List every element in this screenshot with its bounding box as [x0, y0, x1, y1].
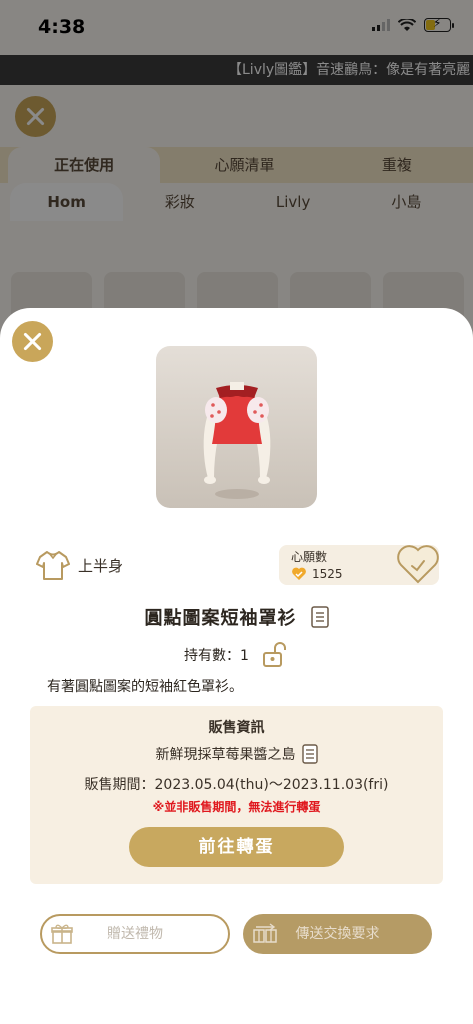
main-tabs: 正在使用 心願清單 重複: [0, 147, 473, 183]
close-button[interactable]: [12, 321, 53, 362]
tab-duplicates[interactable]: 重複: [321, 147, 473, 183]
sale-place: 新鮮現採草莓果醬之島: [155, 747, 296, 763]
send-gift-label: 贈送禮物: [107, 926, 163, 942]
add-to-wishlist-button[interactable]: [395, 542, 441, 586]
send-gift-button[interactable]: 贈送禮物: [40, 914, 230, 954]
go-to-gacha-button[interactable]: 前往轉蛋: [129, 827, 344, 867]
status-bar: 4:38 ⚡: [0, 0, 473, 55]
item-name-row: 圓點圖案短袖罩衫: [0, 604, 473, 630]
send-trade-label: 傳送交換要求: [295, 926, 380, 942]
sale-place-row: 新鮮現採草莓果醬之島: [30, 744, 443, 764]
sale-info-box: 販售資訊 新鮮現採草莓果醬之島 販售期間：2023.05.04(thu)～202…: [30, 706, 443, 884]
tab-wishlist[interactable]: 心願清單: [168, 147, 320, 183]
item-category: 上半身: [36, 549, 123, 581]
tab-island[interactable]: 小島: [350, 183, 463, 221]
heart-icon: [292, 567, 306, 580]
shirt-icon: [36, 551, 70, 580]
item-preview-image: [156, 346, 317, 508]
unlock-icon[interactable]: [261, 641, 289, 669]
item-name: 圓點圖案短袖罩衫: [144, 608, 297, 629]
battery-icon: ⚡: [424, 16, 454, 32]
category-label: 上半身: [78, 556, 124, 575]
wishlist-box: 心願數 1525: [279, 545, 439, 585]
wishlist-count-row: 1525: [291, 566, 343, 581]
sale-period: 販售期間：2023.05.04(thu)～2023.11.03(fri): [84, 777, 389, 793]
close-icon[interactable]: [15, 96, 56, 137]
document-icon[interactable]: [310, 606, 329, 628]
owned-row: 持有數：1: [0, 641, 473, 669]
item-detail-sheet: 上半身 心願數 1525 圓點圖案短袖罩衫 持有數：1 有著圓點圖案的短袖紅色罩…: [0, 308, 473, 1024]
signal-icon: [372, 19, 390, 31]
tab-livly[interactable]: Livly: [237, 183, 350, 221]
sale-title: 販售資訊: [208, 720, 265, 736]
wishlist-count: 1525: [312, 566, 343, 581]
tab-makeup[interactable]: 彩妝: [123, 183, 236, 221]
news-ticker[interactable]: 【Livly圖鑑】音速鸝鳥：像是有著亮麗: [0, 55, 473, 85]
status-time: 4:38: [38, 16, 86, 38]
owned-count: 持有數：1: [184, 648, 249, 664]
wifi-icon: [398, 18, 416, 31]
sale-warning: ※並非販售期間，無法進行轉蛋: [152, 800, 321, 814]
item-description: 有著圓點圖案的短袖紅色罩衫。: [47, 679, 243, 695]
send-trade-request-button[interactable]: 傳送交換要求: [243, 914, 432, 954]
document-icon[interactable]: [301, 744, 318, 764]
tab-hom[interactable]: Hom: [10, 183, 124, 221]
sub-tabs: Hom 彩妝 Livly 小島: [0, 183, 473, 221]
wishlist-label: 心願數: [291, 550, 328, 564]
tab-in-use[interactable]: 正在使用: [8, 147, 161, 183]
status-icons: ⚡: [372, 16, 454, 32]
